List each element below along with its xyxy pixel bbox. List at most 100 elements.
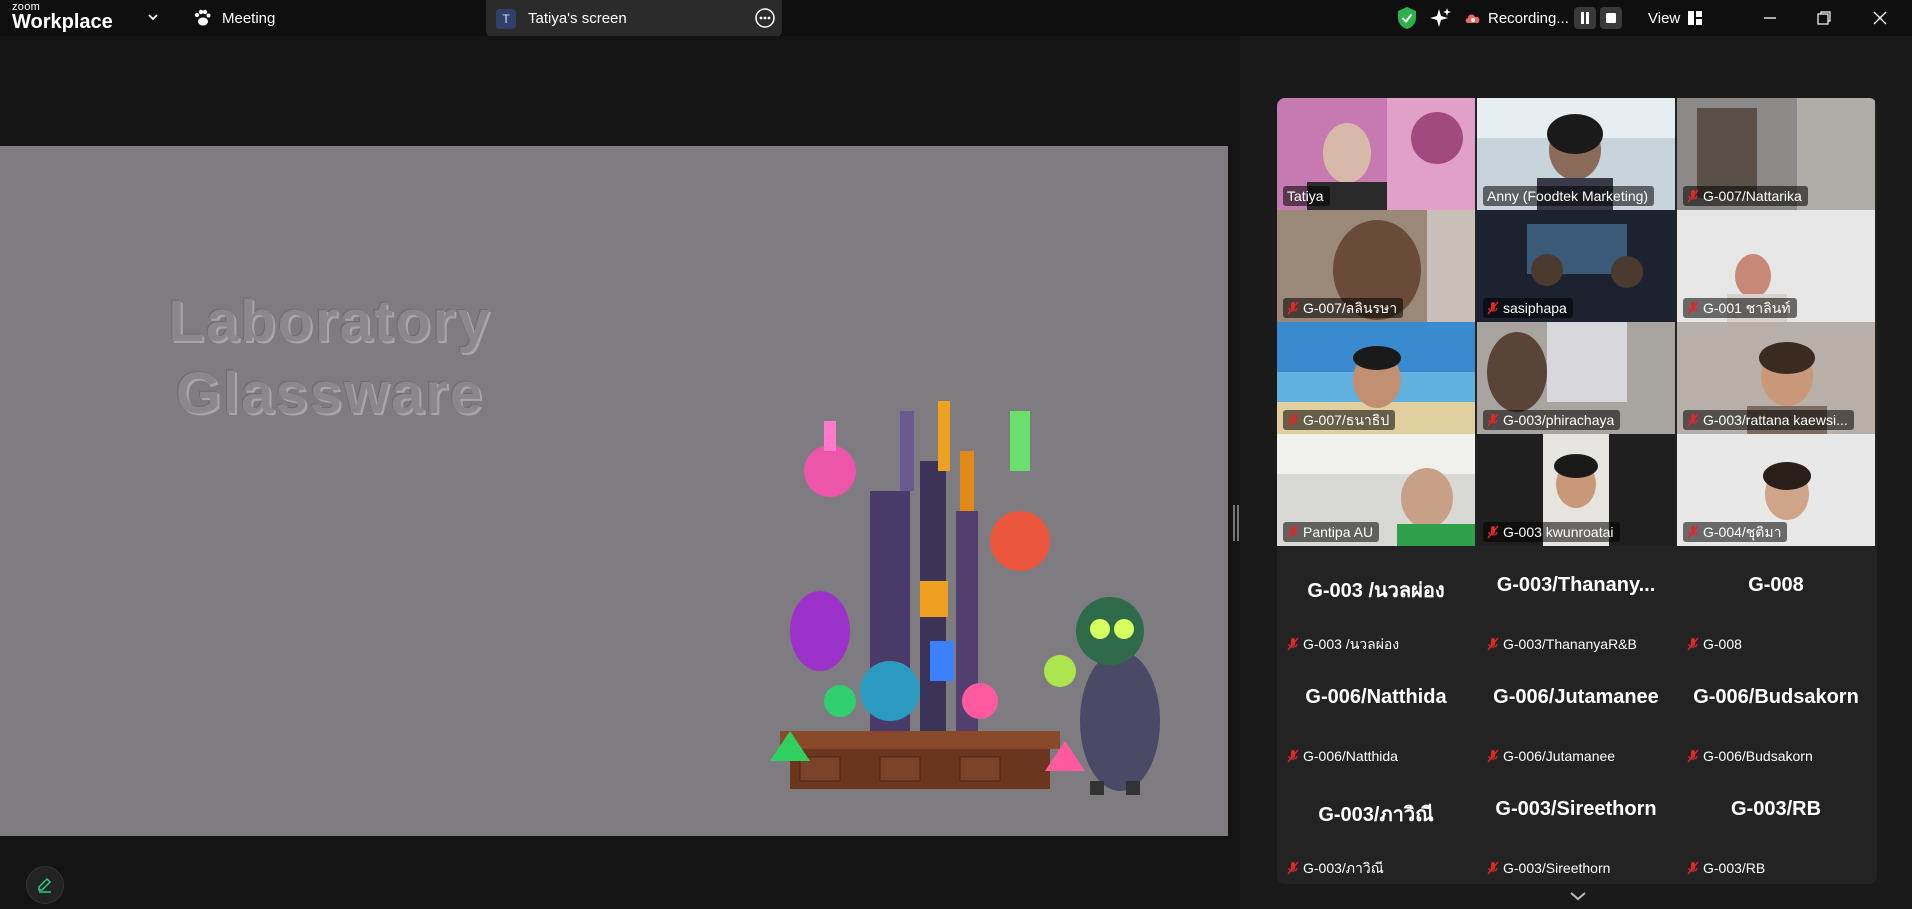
more-options-icon[interactable] <box>754 7 776 29</box>
lab-glassware-illustration <box>770 401 1160 795</box>
participant-name: G-004/ชุติมา <box>1703 524 1782 540</box>
participant-tile[interactable]: G-007/ลลินรษา <box>1277 210 1475 322</box>
participant-tile[interactable]: G-003 /นวลผ่อง G-003 /นวลผ่อง <box>1277 546 1475 658</box>
participant-tile[interactable]: G-003/Sireethorn G-003/Sireethorn <box>1477 770 1675 882</box>
mic-muted-icon <box>1687 749 1699 763</box>
share-indicator[interactable]: T Tatiya's screen <box>486 0 782 38</box>
participant-name-tag: G-003/ภาวิณี <box>1283 858 1390 878</box>
participant-tile[interactable]: G-004/ชุติมา <box>1677 434 1875 546</box>
top-right-controls: Recording... View <box>1390 5 1912 31</box>
participant-tile[interactable]: G-003/RB G-003/RB <box>1677 770 1875 882</box>
meeting-menu[interactable]: Meeting <box>192 6 275 30</box>
minimize-button[interactable] <box>1758 5 1782 31</box>
sharer-avatar: T <box>496 9 516 29</box>
participant-name: Tatiya <box>1287 188 1324 204</box>
participant-tile[interactable]: G-006/Natthida G-006/Natthida <box>1277 658 1475 770</box>
mic-muted-icon <box>1487 749 1499 763</box>
participant-name: Anny (Foodtek Marketing) <box>1487 188 1649 204</box>
participant-name-tag: G-003/Sireethorn <box>1483 858 1616 878</box>
participant-display-name: G-003 /นวลผ่อง <box>1307 580 1445 602</box>
participant-tile[interactable]: G-003/ภาวิณี G-003/ภาวิณี <box>1277 770 1475 882</box>
recording-label: Recording... <box>1488 9 1569 27</box>
participant-name: G-003 /นวลผ่อง <box>1303 636 1400 652</box>
participant-name-tag: G-007/Nattarika <box>1683 186 1808 206</box>
mic-muted-icon <box>1487 525 1499 539</box>
participant-name-tag: G-001 ชาลินท์ <box>1683 298 1797 318</box>
participant-name: G-003/Sireethorn <box>1503 860 1611 876</box>
participant-tile[interactable]: sasiphapa <box>1477 210 1675 322</box>
mic-muted-icon <box>1687 861 1699 875</box>
participant-name: G-003/ภาวิณี <box>1303 860 1384 876</box>
participant-name-tag: G-003/rattana kaewsi... <box>1683 410 1854 430</box>
view-layout-icon[interactable] <box>1688 5 1702 31</box>
participant-name-tag: G-003 kwunroatai <box>1483 522 1620 542</box>
panel-resize-handle[interactable] <box>1233 505 1239 541</box>
participant-name: G-003/ThananyaR&B <box>1503 636 1637 652</box>
participant-name-tag: G-003/ThananyaR&B <box>1483 634 1643 654</box>
shared-slide: Laboratory Glassware <box>0 146 1228 836</box>
participant-name-tag: Pantipa AU <box>1283 522 1380 542</box>
mic-muted-icon <box>1487 637 1499 651</box>
participant-tile[interactable]: G-001 ชาลินท์ <box>1677 210 1875 322</box>
participant-name-tag: sasiphapa <box>1483 298 1573 318</box>
participant-display-name: G-006/Jutamanee <box>1493 686 1659 708</box>
title-bar: zoom Workplace Meeting T Tatiya's screen… <box>0 0 1912 38</box>
ai-companion-icon[interactable] <box>1430 5 1452 31</box>
participant-tile[interactable]: G-006/Jutamanee G-006/Jutamanee <box>1477 658 1675 770</box>
mic-muted-icon <box>1287 861 1299 875</box>
participant-name: G-006/Natthida <box>1303 748 1398 764</box>
participant-name: G-006/Budsakorn <box>1703 748 1813 764</box>
mic-muted-icon <box>1687 413 1699 427</box>
participant-tile[interactable]: G-007/Nattarika <box>1677 98 1875 210</box>
participant-name-tag: G-007/ธนาธิป <box>1283 410 1396 430</box>
participant-tile[interactable]: G-003/phirachaya <box>1477 322 1675 434</box>
participant-tile[interactable]: G-003 kwunroatai <box>1477 434 1675 546</box>
participant-tile[interactable]: G-003/rattana kaewsi... <box>1677 322 1875 434</box>
mic-muted-icon <box>1687 525 1699 539</box>
participant-display-name: G-003/Sireethorn <box>1495 798 1657 820</box>
participant-tile[interactable]: Tatiya <box>1277 98 1475 210</box>
participant-name-tag: G-006/Natthida <box>1283 746 1404 766</box>
participant-tile[interactable]: G-008 G-008 <box>1677 546 1875 658</box>
annotate-button[interactable] <box>26 866 64 904</box>
minimize-icon <box>1764 17 1776 19</box>
participant-display-name: G-003/ภาวิณี <box>1318 804 1434 826</box>
gallery-scroll-down-icon[interactable] <box>1565 888 1591 904</box>
participant-tile[interactable]: G-007/ธนาธิป <box>1277 322 1475 434</box>
slide-title: Laboratory Glassware <box>140 286 520 430</box>
stop-icon <box>1606 13 1616 23</box>
pause-recording-button[interactable] <box>1574 5 1596 31</box>
share-label: Tatiya's screen <box>528 10 627 27</box>
restore-button[interactable] <box>1812 5 1836 31</box>
mic-muted-icon <box>1687 189 1699 203</box>
stop-recording-button[interactable] <box>1600 5 1622 31</box>
participant-name: G-007/ธนาธิป <box>1303 412 1390 428</box>
participant-name: G-001 ชาลินท์ <box>1703 300 1791 316</box>
participant-tile[interactable]: Pantipa AU <box>1277 434 1475 546</box>
pause-icon <box>1581 12 1589 24</box>
slide-title-line-1: Laboratory <box>168 289 492 354</box>
participant-display-name: G-006/Natthida <box>1305 686 1447 708</box>
participant-name: sasiphapa <box>1503 300 1567 316</box>
brand-workplace: Workplace <box>12 11 113 33</box>
meeting-label: Meeting <box>222 9 276 27</box>
paw-icon <box>194 9 211 26</box>
participant-display-name: G-008 <box>1748 574 1804 596</box>
chevron-down-icon[interactable] <box>146 10 160 24</box>
participant-name-tag: Tatiya <box>1283 186 1330 206</box>
participant-gallery: Tatiya Anny (Foodtek Marketing) G-007/Na… <box>1277 98 1877 884</box>
participant-name-tag: Anny (Foodtek Marketing) <box>1483 186 1655 206</box>
close-button[interactable] <box>1868 5 1892 31</box>
participant-name: G-003/RB <box>1703 860 1766 876</box>
participant-name: G-007/Nattarika <box>1703 188 1802 204</box>
mic-muted-icon <box>1287 413 1299 427</box>
participant-name: G-006/Jutamanee <box>1503 748 1616 764</box>
participant-name: Pantipa AU <box>1303 524 1374 540</box>
close-icon <box>1873 11 1887 25</box>
participant-tile-active-speaker[interactable]: Anny (Foodtek Marketing) <box>1477 98 1675 210</box>
participant-tile[interactable]: G-006/Budsakorn G-006/Budsakorn <box>1677 658 1875 770</box>
security-shield-icon[interactable] <box>1396 5 1418 31</box>
participant-tile[interactable]: G-003/Thanany... G-003/ThananyaR&B <box>1477 546 1675 658</box>
mic-muted-icon <box>1487 861 1499 875</box>
view-menu[interactable]: View <box>1648 5 1680 31</box>
